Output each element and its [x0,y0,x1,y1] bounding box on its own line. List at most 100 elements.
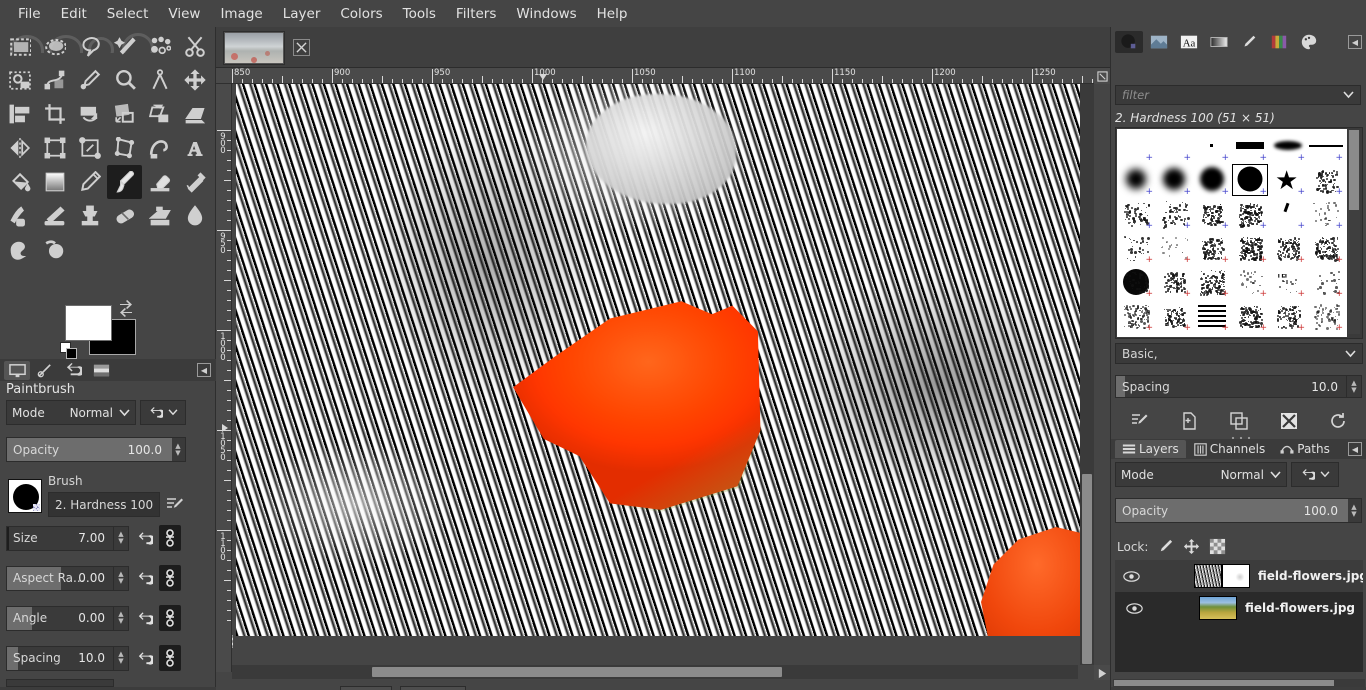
brush-swatch-grass[interactable]: ꞌꞌꞌ + [1269,265,1307,299]
tool-perspective-icon[interactable] [177,97,212,131]
angle-stepper[interactable]: ▲ ▼ [114,605,129,631]
table-row[interactable]: field-flowers.jpg [1115,592,1363,624]
menu-item-tools[interactable]: Tools [393,2,446,26]
layer-mode-dropdown[interactable]: Mode Normal [1115,462,1287,487]
brush-swatch-blank[interactable]: + [1117,129,1155,163]
tool-scale-icon[interactable] [107,97,142,131]
brush-swatch-hardness-050[interactable]: + [1155,163,1193,197]
brush-swatch-splatter-3[interactable]: + [1193,197,1231,231]
brush-swatch-splatter-2[interactable]: + [1155,197,1193,231]
brush-swatch-scribble-1[interactable]: + [1155,265,1193,299]
layer-name[interactable]: field-flowers.jpg copy [1258,569,1363,583]
tool-warp-transform-icon[interactable] [142,131,177,165]
tool-paths-icon[interactable] [37,63,72,97]
foreground-color-swatch[interactable] [65,305,112,341]
tool-ellipse-select-icon[interactable] [37,29,72,63]
tool-select-by-color-icon[interactable] [142,29,177,63]
menu-item-colors[interactable]: Colors [330,2,392,26]
tool-clone-icon[interactable] [72,199,107,233]
angle-reset-icon[interactable] [133,607,155,629]
lock-alpha-icon[interactable] [1209,538,1226,555]
brush-swatch-blank[interactable]: + [1155,129,1193,163]
brush-swatch-scribble-2[interactable]: + [1193,265,1231,299]
image-canvas[interactable] [236,84,1091,636]
tool-zoom-icon[interactable] [107,63,142,97]
layers-dock-menu-icon[interactable]: ◀ [1348,442,1362,456]
menu-item-filters[interactable]: Filters [446,2,506,26]
brush-spacing-stepper[interactable]: ▲ ▼ [1347,375,1362,398]
tool-pencil-icon[interactable] [72,165,107,199]
tool-crop-icon[interactable] [37,97,72,131]
tab-device-status[interactable] [32,361,58,380]
tool-ink-icon[interactable] [2,199,37,233]
navigation-preview-icon[interactable] [1094,665,1110,681]
tab-brushes[interactable] [1115,31,1143,53]
mode-dropdown[interactable]: Mode Normal [6,400,136,425]
hardness-slider[interactable] [6,679,114,687]
opacity-slider[interactable]: Opacity 100.0 [6,437,172,462]
layer-opacity-slider[interactable]: Opacity 100.0 [1115,498,1348,523]
brush-swatch-splatter-4[interactable]: + [1231,197,1269,231]
brush-swatch-star[interactable]: ★ + [1269,163,1307,197]
size-stepper[interactable]: ▲ ▼ [114,525,129,551]
layer-mode-reset-dropdown[interactable] [1291,462,1339,487]
edit-brush-icon[interactable] [1131,412,1149,430]
zoom-selector[interactable]: 200 % [400,686,466,690]
layer-list-scrollbar[interactable] [1113,679,1365,687]
reset-colors-icon[interactable] [60,342,78,360]
close-tab-icon[interactable] [293,39,310,56]
brush-grid-scrollbar[interactable] [1348,130,1360,334]
size-dynamics-link-icon[interactable] [159,525,181,551]
canvas-hscrollbar[interactable] [232,665,1078,679]
lock-position-icon[interactable] [1183,538,1200,555]
duplicate-brush-icon[interactable] [1230,412,1248,430]
horizontal-ruler[interactable]: 850 900 950 1000 1050 1100 1150 1200 1250 [216,68,1110,84]
vertical-ruler[interactable]: 900 950 1000 1050 1100 [216,84,232,672]
tab-fonts[interactable]: Aa [1175,31,1203,53]
tool-airbrush-icon[interactable] [177,165,212,199]
new-brush-icon[interactable] [1180,412,1198,430]
canvas-vscrollbar[interactable] [1080,84,1094,665]
size-slider[interactable]: Size 7.00 [6,525,114,551]
size-reset-icon[interactable] [133,527,155,549]
brush-swatch-smudge-1[interactable]: + [1231,299,1269,333]
tool-alignment-icon[interactable] [2,97,37,131]
opacity-stepper[interactable]: ▲ ▼ [171,437,186,462]
brush-swatch-confetti[interactable]: + [1307,197,1345,231]
spacing-reset-icon[interactable] [133,647,155,669]
tool-fuzzy-select-icon[interactable] [107,29,142,63]
menu-item-image[interactable]: Image [210,2,272,26]
tab-gradients[interactable] [1205,31,1233,53]
tool-shear-icon[interactable] [142,97,177,131]
tool-measure-icon[interactable] [142,63,177,97]
edit-brush-icon[interactable] [166,496,184,514]
layer-mask-thumbnail[interactable] [1221,564,1250,588]
brush-name-field[interactable]: 2. Hardness 100 [48,492,160,517]
tool-rect-select-icon[interactable] [2,29,37,63]
tool-cage-transform-icon[interactable] [107,131,142,165]
brush-swatch-dense-circle[interactable]: + [1117,265,1155,299]
brush-swatch-sprinkle[interactable]: + [1307,265,1345,299]
brush-swatch-smudge-2[interactable]: + [1269,299,1307,333]
brush-preset-select[interactable]: Basic, [1115,343,1363,364]
layer-visibility-icon[interactable] [1123,570,1140,583]
tool-handle-transform-icon[interactable] [72,131,107,165]
zoom-fit-icon[interactable] [1094,68,1110,84]
tool-eraser-icon[interactable] [142,165,177,199]
image-tab[interactable] [223,31,285,65]
menu-item-layer[interactable]: Layer [273,2,331,26]
tab-palettes[interactable] [1265,31,1293,53]
menu-item-select[interactable]: Select [97,2,159,26]
unit-selector[interactable]: px [340,686,392,690]
brush-swatch-sparse[interactable]: + [1269,197,1307,231]
brush-swatch-speckle[interactable]: + [1231,265,1269,299]
tool-flip-icon[interactable] [2,131,37,165]
tool-heal-icon[interactable] [107,199,142,233]
brush-swatch-line[interactable]: + [1307,129,1345,163]
brush-swatch-grunge-5[interactable]: + [1307,231,1345,265]
tool-blur-sharpen-icon[interactable] [177,199,212,233]
layer-name[interactable]: field-flowers.jpg [1245,601,1355,615]
brush-swatch-grunge-1[interactable]: + [1117,231,1155,265]
brush-swatch-splatter-1[interactable]: + [1117,197,1155,231]
tab-paths[interactable]: Paths [1273,440,1337,458]
